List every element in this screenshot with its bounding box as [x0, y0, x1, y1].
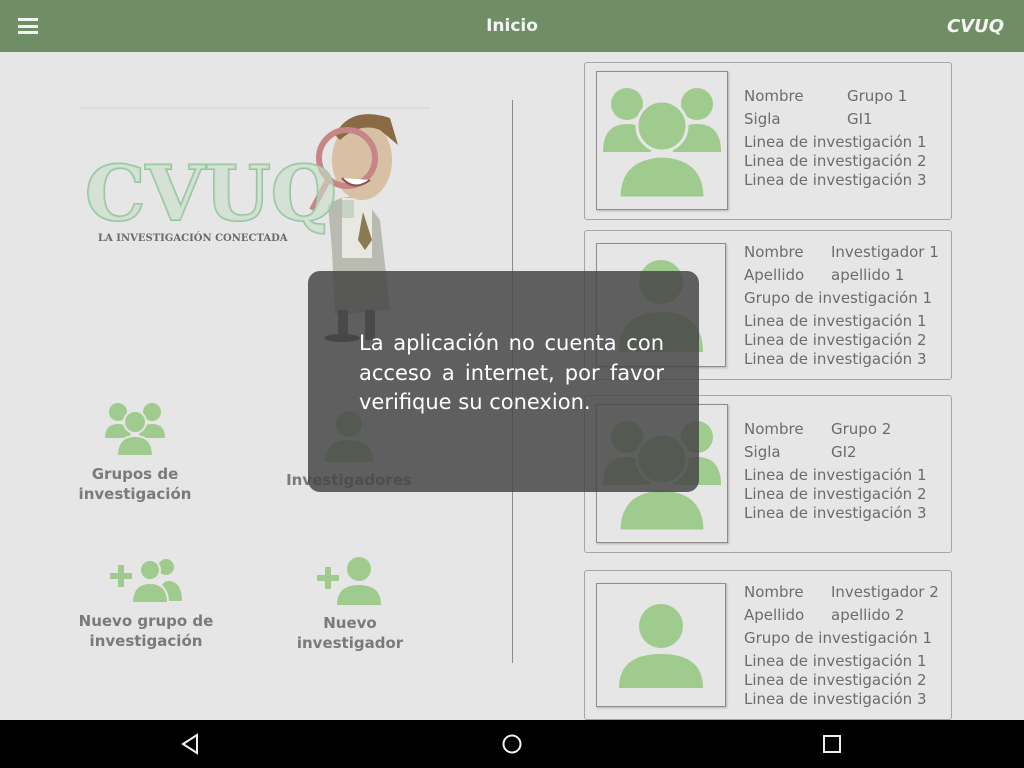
- field-value: Investigador 2: [831, 583, 939, 601]
- home-circle-icon[interactable]: [482, 720, 542, 768]
- research-line: Linea de investigación 3: [744, 350, 927, 368]
- research-line: Linea de investigación 3: [744, 504, 927, 522]
- research-line: Linea de investigación 3: [744, 171, 927, 189]
- app-bar: Inicio CVUQ: [0, 0, 1024, 52]
- card-info: Nombre Investigador 2 Apellido apellido 2 …: [744, 583, 945, 709]
- add-group-icon: [110, 559, 182, 604]
- card-info: Nombre Grupo 2 Sigla GI2 Linea de investig…: [744, 420, 945, 523]
- tile-label: Nuevo investigador: [296, 614, 404, 652]
- page-title: Inicio: [486, 16, 538, 36]
- field-key: Apellido: [744, 266, 805, 284]
- recents-square-icon[interactable]: [802, 720, 862, 768]
- card-info: Nombre Investigador 1 Apellido apellido 1 …: [744, 243, 945, 369]
- research-line: Linea de investigación 2: [744, 331, 927, 349]
- person-icon: [619, 604, 703, 688]
- researcher-card[interactable]: Nombre Investigador 2 Apellido apellido 2 …: [584, 570, 952, 720]
- people-group-icon: [603, 88, 721, 200]
- research-group: Grupo de investigación 1: [744, 289, 933, 307]
- system-nav-bar: [0, 720, 1024, 768]
- field-value: GI1: [847, 110, 873, 128]
- logo-tagline: LA INVESTIGACIÓN CONECTADA: [98, 233, 288, 244]
- research-line: Linea de investigación 1: [744, 652, 927, 670]
- researcher-thumbnail: [596, 583, 726, 707]
- research-group: Grupo de investigación 1: [744, 629, 933, 647]
- field-key: Sigla: [744, 110, 781, 128]
- group-thumbnail: [596, 71, 728, 210]
- field-key: Sigla: [744, 443, 781, 461]
- add-person-icon: [317, 557, 381, 605]
- tile-label: Grupos de investigación: [78, 465, 192, 503]
- research-line: Linea de investigación 2: [744, 152, 927, 170]
- research-line: Linea de investigación 2: [744, 671, 927, 689]
- tile-grupos-investigacion[interactable]: Grupos de investigación: [72, 400, 198, 504]
- research-line: Linea de investigación 1: [744, 133, 927, 151]
- no-internet-toast: La aplicación no cuenta con acceso a int…: [308, 271, 699, 492]
- field-value: Grupo 1: [847, 87, 908, 105]
- field-key: Apellido: [744, 606, 805, 624]
- back-triangle-icon[interactable]: [160, 720, 220, 768]
- toast-message: La aplicación no cuenta con acceso a int…: [359, 331, 664, 414]
- tile-nuevo-investigador[interactable]: Nuevo investigador: [270, 555, 430, 653]
- svg-text:CVUQ: CVUQ: [85, 149, 337, 238]
- people-group-icon: [105, 403, 165, 457]
- field-key: Nombre: [744, 243, 804, 261]
- tile-nuevo-grupo[interactable]: Nuevo grupo de investigación: [78, 555, 214, 651]
- field-value: apellido 2: [831, 606, 905, 624]
- group-card[interactable]: Nombre Grupo 1 Sigla GI1 Linea de investig…: [584, 62, 952, 220]
- field-key: Nombre: [744, 583, 804, 601]
- field-key: Nombre: [744, 420, 804, 438]
- field-key: Nombre: [744, 87, 804, 105]
- app-brand: CVUQ: [946, 16, 1004, 37]
- field-value: GI2: [831, 443, 857, 461]
- research-line: Linea de investigación 3: [744, 690, 927, 708]
- card-info: Nombre Grupo 1 Sigla GI1 Linea de investig…: [744, 87, 945, 190]
- research-line: Linea de investigación 1: [744, 312, 927, 330]
- field-value: Grupo 2: [831, 420, 892, 438]
- research-line: Linea de investigación 2: [744, 485, 927, 503]
- field-value: apellido 1: [831, 266, 905, 284]
- field-value: Investigador 1: [831, 243, 939, 261]
- tile-label: Nuevo grupo de investigación: [78, 612, 214, 650]
- research-line: Linea de investigación 1: [744, 466, 927, 484]
